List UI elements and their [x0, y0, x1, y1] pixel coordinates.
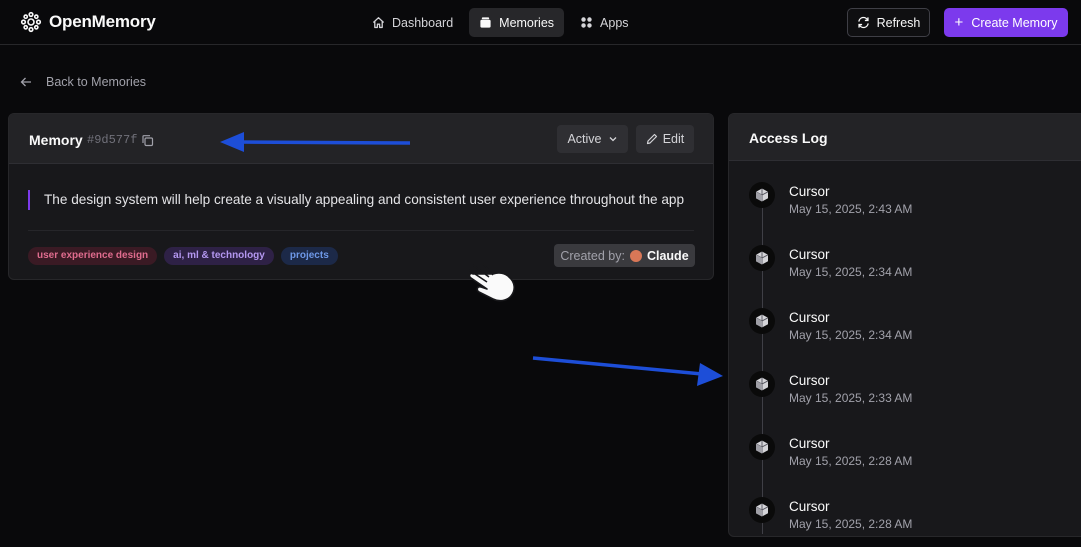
edit-label: Edit [662, 132, 685, 146]
access-log-panel: Access Log Cursor May 15, 2025, 2:43 AM … [728, 113, 1081, 537]
memory-content: The design system will help create a vis… [28, 190, 684, 210]
log-app-name: Cursor [789, 436, 830, 451]
plus-icon: + [954, 14, 964, 31]
create-memory-button[interactable]: + Create Memory [944, 8, 1068, 37]
edit-button[interactable]: Edit [636, 125, 694, 153]
top-bar: OpenMemory Dashboard Memories Apps Refre… [0, 0, 1081, 45]
created-by-label: Created by: [560, 248, 625, 263]
annotation-arrow-left-icon [220, 132, 411, 152]
chevron-down-icon [609, 137, 616, 142]
nav-apps-label: Apps [600, 15, 629, 30]
nav-memories-label: Memories [499, 15, 555, 30]
cursor-app-icon [749, 182, 775, 208]
cursor-app-icon [749, 434, 775, 460]
copy-icon[interactable] [141, 134, 154, 147]
back-label: Back to Memories [46, 75, 147, 89]
main-nav: Dashboard Memories Apps [362, 8, 639, 37]
created-by-name: Claude [646, 248, 689, 263]
claude-icon [629, 249, 642, 262]
log-timestamp: May 15, 2025, 2:28 AM [789, 454, 913, 468]
back-to-memories-link[interactable]: Back to Memories [20, 75, 146, 89]
refresh-label: Refresh [876, 15, 921, 30]
nav-dashboard-label: Dashboard [392, 15, 454, 30]
nav-dashboard[interactable]: Dashboard [362, 8, 463, 37]
tag-badge[interactable]: projects [280, 247, 338, 265]
refresh-button[interactable]: Refresh [847, 8, 930, 37]
log-timestamp: May 15, 2025, 2:34 AM [789, 328, 913, 342]
memory-title: Memory [29, 132, 83, 148]
status-label: Active [567, 132, 602, 146]
log-app-name: Cursor [789, 247, 830, 262]
log-app-name: Cursor [789, 184, 830, 199]
memory-tags: user experience design ai, ml & technolo… [28, 247, 338, 265]
app-name: OpenMemory [49, 12, 156, 31]
nav-memories[interactable]: Memories [469, 8, 565, 37]
tag-badge[interactable]: ai, ml & technology [164, 247, 274, 265]
log-timestamp: May 15, 2025, 2:34 AM [789, 265, 913, 279]
pencil-icon [646, 133, 657, 145]
brand[interactable]: OpenMemory [20, 11, 156, 33]
openmemory-logo-icon [20, 11, 42, 33]
home-icon [372, 17, 385, 29]
card-divider [28, 230, 694, 231]
log-timestamp: May 15, 2025, 2:28 AM [789, 517, 913, 531]
status-dropdown[interactable]: Active [557, 125, 628, 153]
log-app-name: Cursor [789, 499, 830, 514]
memory-id-text: #9d577f [87, 133, 138, 147]
cursor-app-icon [749, 308, 775, 334]
log-timestamp: May 15, 2025, 2:33 AM [789, 391, 913, 405]
created-by-badge: Created by: Claude [554, 244, 695, 267]
annotation-arrow-right-icon [532, 356, 723, 386]
log-app-name: Cursor [789, 373, 830, 388]
hand-pointer-icon [468, 263, 515, 302]
apps-icon [581, 17, 592, 28]
cursor-app-icon [749, 497, 775, 523]
log-app-name: Cursor [789, 310, 830, 325]
cursor-app-icon [749, 371, 775, 397]
nav-apps[interactable]: Apps [570, 8, 639, 37]
memories-icon [480, 17, 491, 28]
memory-id: #9d577f [87, 133, 154, 147]
log-timestamp: May 15, 2025, 2:43 AM [789, 202, 913, 216]
cursor-app-icon [749, 245, 775, 271]
refresh-icon [857, 16, 869, 29]
create-memory-label: Create Memory [971, 15, 1058, 30]
arrow-left-icon [20, 77, 31, 87]
access-log-title: Access Log [729, 114, 1081, 161]
tag-badge[interactable]: user experience design [28, 247, 158, 265]
